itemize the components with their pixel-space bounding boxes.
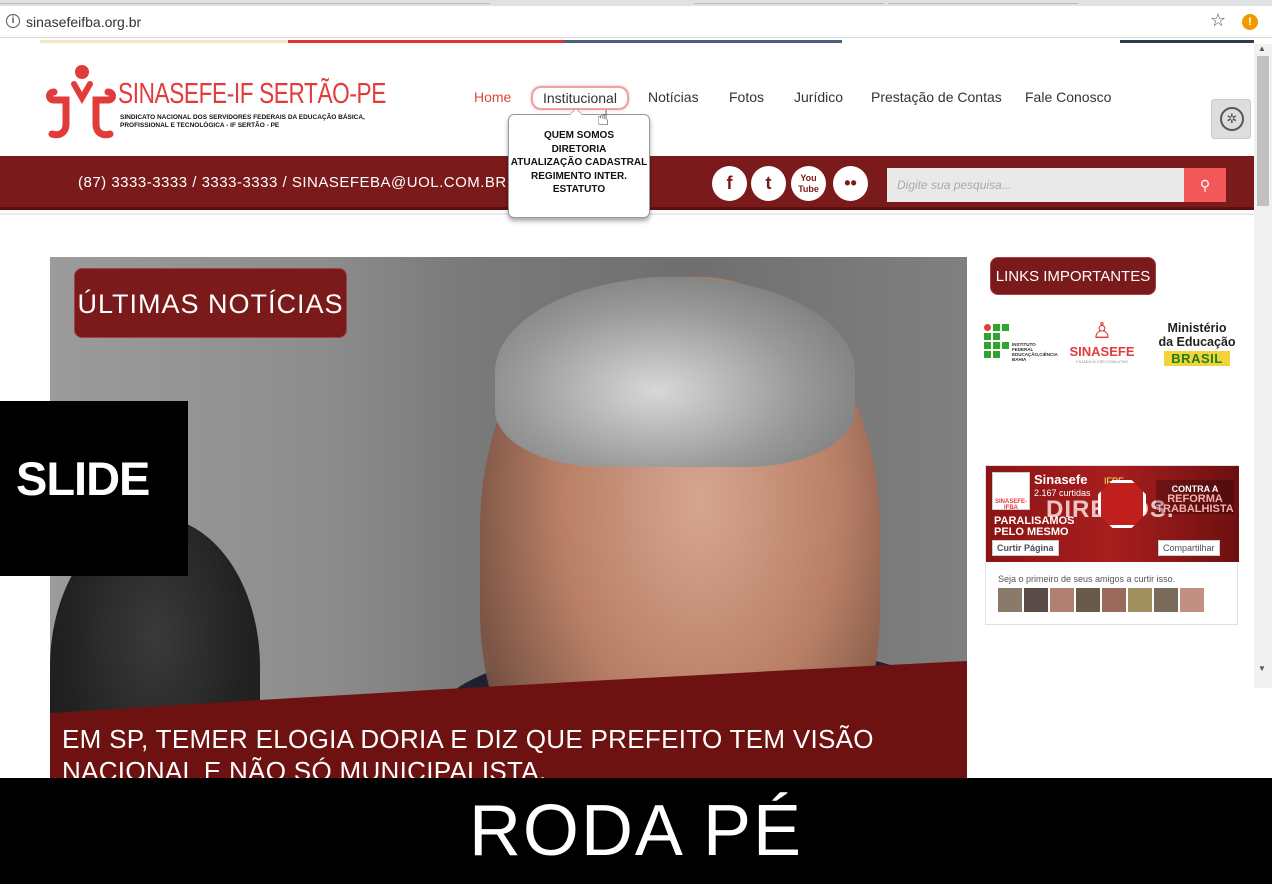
page-scrollbar[interactable]: ▲ ▼ <box>1254 44 1272 688</box>
address-bar[interactable]: i sinasefeifba.org.br ☆ ! <box>0 6 1272 38</box>
color-stripe <box>564 40 842 43</box>
browser-tab[interactable] <box>694 0 884 4</box>
ifba-square <box>984 351 991 358</box>
facebook-cover-subtext: PARALISAMOS PELO MESMO <box>994 516 1074 538</box>
nav-institucional[interactable]: Institucional <box>531 86 629 110</box>
ifba-logo-text: INSTITUTO FEDERAL EDUCAÇÃO,CIÊNCIA BAHIA <box>1012 342 1058 362</box>
sinasefe-tagline: FILIADO À CSP-CONLUTAS <box>1076 359 1128 364</box>
cover-sub-line2: PELO MESMO <box>994 526 1069 538</box>
ifba-logo-link[interactable]: INSTITUTO FEDERAL EDUCAÇÃO,CIÊNCIA BAHIA <box>984 324 1058 368</box>
ifba-square <box>984 342 991 349</box>
friend-avatar[interactable] <box>1050 588 1074 612</box>
facebook-cover-side: CONTRA A REFORMA TRABALHISTA <box>1156 480 1234 515</box>
dropdown-item-estatuto[interactable]: ESTATUTO <box>509 183 649 197</box>
ifba-square <box>993 324 1000 331</box>
latest-news-tag: ÚLTIMAS NOTÍCIAS <box>74 268 347 338</box>
nav-fale-conosco[interactable]: Fale Conosco <box>1025 89 1111 105</box>
nav-home[interactable]: Home <box>474 89 511 105</box>
ifba-square <box>1002 342 1009 349</box>
search-button[interactable]: ⚲ <box>1184 168 1226 202</box>
youtube-icon[interactable]: You Tube <box>791 166 826 201</box>
nav-noticias[interactable]: Notícias <box>648 89 699 105</box>
accessibility-widget[interactable]: ✲ <box>1211 99 1251 139</box>
important-links-title: LINKS IMPORTANTES <box>990 257 1156 295</box>
extension-alert-icon[interactable]: ! <box>1242 14 1258 30</box>
friend-avatar[interactable] <box>1154 588 1178 612</box>
slide-headline[interactable]: EM SP, TEMER ELOGIA DORIA E DIZ QUE PREF… <box>62 723 967 778</box>
friend-avatar[interactable] <box>1076 588 1100 612</box>
main-nav: Home Institucional Notícias Fotos Jurídi… <box>0 86 1200 110</box>
browser-tab[interactable] <box>888 0 1078 4</box>
search-icon: ⚲ <box>1199 177 1211 193</box>
logo-subtitle: SINDICATO NACIONAL DOS SERVIDORES FEDERA… <box>120 114 365 129</box>
facebook-share-button[interactable]: Compartilhar <box>1158 540 1220 556</box>
dropdown-item-regimento[interactable]: REGIMENTO INTER. <box>509 170 649 184</box>
friend-avatar[interactable] <box>1128 588 1152 612</box>
mec-line1: Ministério <box>1167 321 1227 335</box>
bookmark-star-icon[interactable]: ☆ <box>1210 10 1226 31</box>
dropdown-item-atualizacao[interactable]: ATUALIZAÇÃO CADASTRAL <box>509 156 649 170</box>
twitter-icon[interactable]: t <box>751 166 786 201</box>
brasil-wordmark: BRASIL <box>1164 351 1230 366</box>
nav-juridico[interactable]: Jurídico <box>794 89 843 105</box>
hand-cursor-icon: ☝ <box>597 108 610 130</box>
color-stripe <box>288 40 564 43</box>
slide-overlay-label: SLIDE <box>0 401 188 576</box>
facebook-friends-text: Seja o primeiro de seus amigos a curtir … <box>998 574 1176 584</box>
facebook-page-widget[interactable]: SINASEFE-IFBA Sinasefe IFPE 2.167 curtid… <box>985 465 1239 625</box>
scroll-up-arrow-icon[interactable]: ▲ <box>1258 44 1266 53</box>
friend-avatar[interactable] <box>998 588 1022 612</box>
slide-photo-hair <box>495 277 855 467</box>
mec-line2: da Educação <box>1158 335 1236 349</box>
accessibility-icon: ✲ <box>1220 107 1244 131</box>
sinasefe-mark-icon: ♙ <box>1092 318 1112 343</box>
color-stripe <box>1120 40 1254 43</box>
ifba-square <box>1002 324 1009 331</box>
friend-avatar[interactable] <box>1024 588 1048 612</box>
institucional-dropdown: QUEM SOMOS DIRETORIA ATUALIZAÇÃO CADASTR… <box>508 108 650 218</box>
friend-avatar[interactable] <box>1102 588 1126 612</box>
ifba-square <box>993 351 1000 358</box>
contact-info: (87) 3333-3333 / 3333-3333 / SINASEFEBA@… <box>78 174 507 191</box>
facebook-friend-faces <box>998 588 1206 612</box>
facebook-cover[interactable]: SINASEFE-IFBA Sinasefe IFPE 2.167 curtid… <box>986 466 1239 562</box>
search-input[interactable]: Digite sua pesquisa... <box>887 168 1184 202</box>
color-stripe <box>40 40 288 43</box>
friend-avatar[interactable] <box>1180 588 1204 612</box>
ifba-square <box>993 333 1000 340</box>
facebook-page-name[interactable]: Sinasefe <box>1034 472 1087 487</box>
facebook-profile-picture[interactable]: SINASEFE-IFBA <box>992 472 1030 511</box>
ifba-square <box>984 333 991 340</box>
browser-tab[interactable] <box>0 0 490 4</box>
nav-fotos[interactable]: Fotos <box>729 89 764 105</box>
nav-prestacao-contas[interactable]: Prestação de Contas <box>871 89 1002 105</box>
ifba-square <box>993 342 1000 349</box>
scrollbar-thumb[interactable] <box>1257 56 1269 206</box>
cover-side-line2: REFORMA TRABALHISTA <box>1156 493 1234 515</box>
facebook-like-page-button[interactable]: Curtir Página <box>992 540 1059 556</box>
url-text[interactable]: sinasefeifba.org.br <box>26 14 141 30</box>
sinasefe-logo-link[interactable]: ♙ SINASEFE FILIADO À CSP-CONLUTAS <box>1067 318 1137 372</box>
flickr-icon[interactable]: •• <box>833 166 868 201</box>
site-info-icon[interactable]: i <box>6 14 20 28</box>
sinasefe-name: SINASEFE <box>1069 344 1135 359</box>
dropdown-item-quem-somos[interactable]: QUEM SOMOS <box>509 129 649 143</box>
facebook-icon[interactable]: f <box>712 166 747 201</box>
ifba-dot <box>984 324 991 331</box>
scroll-down-arrow-icon[interactable]: ▼ <box>1258 664 1266 673</box>
footer-overlay-label: RODA PÉ <box>0 778 1272 884</box>
mec-logo-link[interactable]: Ministério da Educação BRASIL <box>1158 321 1236 366</box>
dropdown-item-diretoria[interactable]: DIRETORIA <box>509 143 649 157</box>
